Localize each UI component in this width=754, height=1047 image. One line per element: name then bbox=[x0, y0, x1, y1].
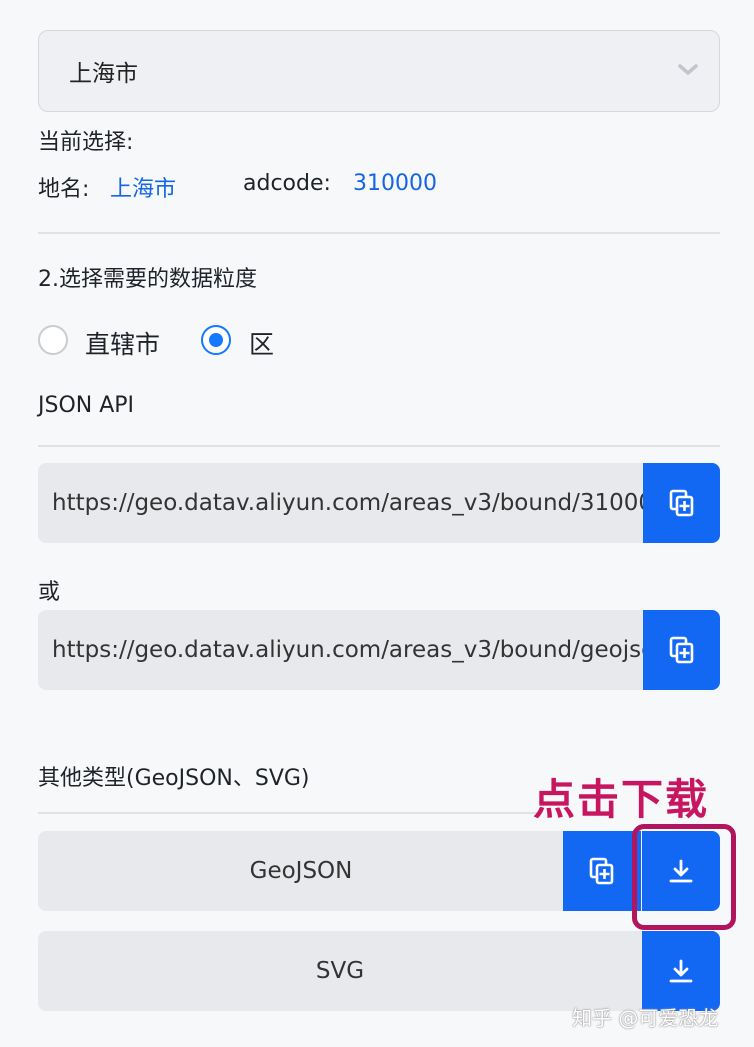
copy-icon bbox=[589, 857, 614, 885]
json-api-heading: JSON API bbox=[38, 393, 135, 418]
place-name-value: 上海市 bbox=[110, 177, 177, 202]
geojson-url-field[interactable]: https://geo.datav.aliyun.com/areas_v3/bo… bbox=[38, 610, 644, 690]
radio-district-label[interactable]: 区 bbox=[249, 325, 274, 361]
page: 上海市 当前选择: 地名: 上海市 adcode: 310000 2.选择需要的… bbox=[0, 0, 754, 1047]
annotation-highlight-box bbox=[632, 824, 736, 930]
copy-url-button[interactable] bbox=[643, 463, 720, 543]
region-select-value: 上海市 bbox=[69, 61, 138, 87]
radio-municipality[interactable] bbox=[38, 325, 68, 355]
copy-url-button-2[interactable] bbox=[643, 610, 720, 690]
radio-municipality-label[interactable]: 直辖市 bbox=[85, 325, 160, 361]
download-icon bbox=[669, 959, 693, 983]
divider bbox=[38, 232, 720, 234]
chevron-down-icon bbox=[678, 64, 698, 75]
copy-icon bbox=[669, 636, 693, 664]
geojson-type-label: GeoJSON bbox=[38, 831, 564, 911]
annotation-click-download: 点击下载 bbox=[533, 775, 710, 824]
copy-geojson-button[interactable] bbox=[563, 831, 641, 911]
adcode-label: adcode: bbox=[243, 171, 331, 196]
adcode-value: 310000 bbox=[353, 171, 437, 196]
download-svg-button[interactable] bbox=[642, 931, 720, 1011]
json-api-url-field[interactable]: https://geo.datav.aliyun.com/areas_v3/bo… bbox=[38, 463, 644, 543]
watermark: 知乎 @可爱恐龙 bbox=[572, 1006, 719, 1030]
copy-icon bbox=[669, 489, 693, 517]
region-select[interactable]: 上海市 bbox=[38, 30, 720, 112]
radio-district[interactable] bbox=[201, 325, 231, 355]
current-selection-heading: 当前选择: bbox=[38, 130, 134, 155]
granularity-heading: 2.选择需要的数据粒度 bbox=[38, 267, 257, 292]
divider bbox=[38, 812, 538, 814]
divider bbox=[38, 445, 720, 447]
other-types-heading: 其他类型(GeoJSON、SVG) bbox=[38, 766, 310, 791]
svg-type-label: SVG bbox=[38, 931, 642, 1011]
place-name-label: 地名: bbox=[38, 177, 90, 202]
or-label: 或 bbox=[38, 580, 61, 605]
